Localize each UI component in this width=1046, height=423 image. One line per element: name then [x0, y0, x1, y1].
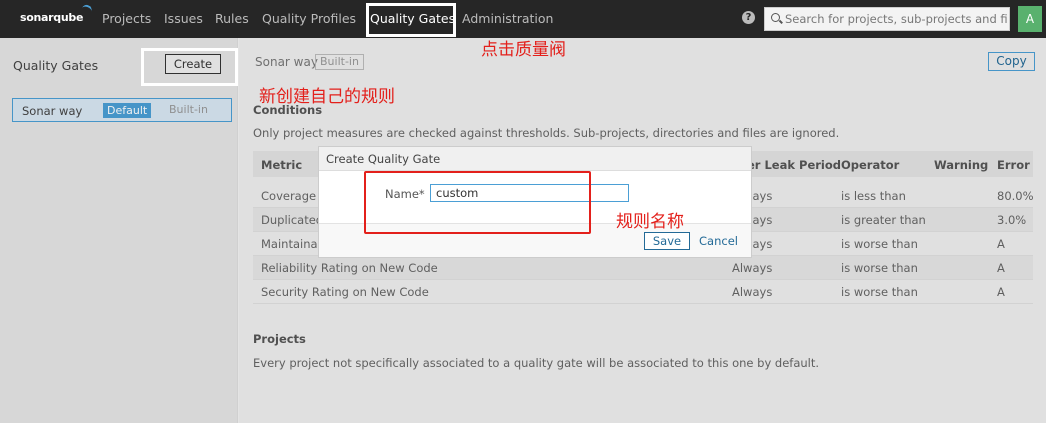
modal-title: Create Quality Gate	[326, 152, 441, 166]
highlight-name-field	[364, 171, 591, 234]
nav-projects[interactable]: Projects	[102, 11, 151, 26]
highlight-quality-gates	[366, 3, 456, 37]
highlight-create	[141, 48, 238, 86]
note-click-quality-gate: 点击质量阀	[481, 40, 566, 60]
user-avatar[interactable]: A	[1018, 6, 1042, 32]
global-search[interactable]	[764, 7, 1010, 31]
modal-header: Create Quality Gate	[319, 147, 751, 171]
note-create-own-rule: 新创建自己的规则	[259, 87, 395, 107]
nav-quality-profiles[interactable]: Quality Profiles	[262, 11, 356, 26]
nav-issues[interactable]: Issues	[164, 11, 203, 26]
nav-rules[interactable]: Rules	[215, 11, 249, 26]
logo-text: sonarqube	[20, 11, 84, 24]
help-icon[interactable]: ?	[742, 11, 755, 24]
sonarqube-logo[interactable]: sonarqube	[20, 3, 94, 24]
search-icon	[771, 13, 780, 22]
cancel-link[interactable]: Cancel	[699, 234, 738, 248]
note-rule-name: 规则名称	[616, 212, 684, 232]
save-button[interactable]: Save	[644, 232, 690, 250]
top-navbar: sonarqube Projects Issues Rules Quality …	[0, 0, 1046, 38]
search-input[interactable]	[785, 11, 1007, 27]
nav-administration[interactable]: Administration	[462, 11, 553, 26]
